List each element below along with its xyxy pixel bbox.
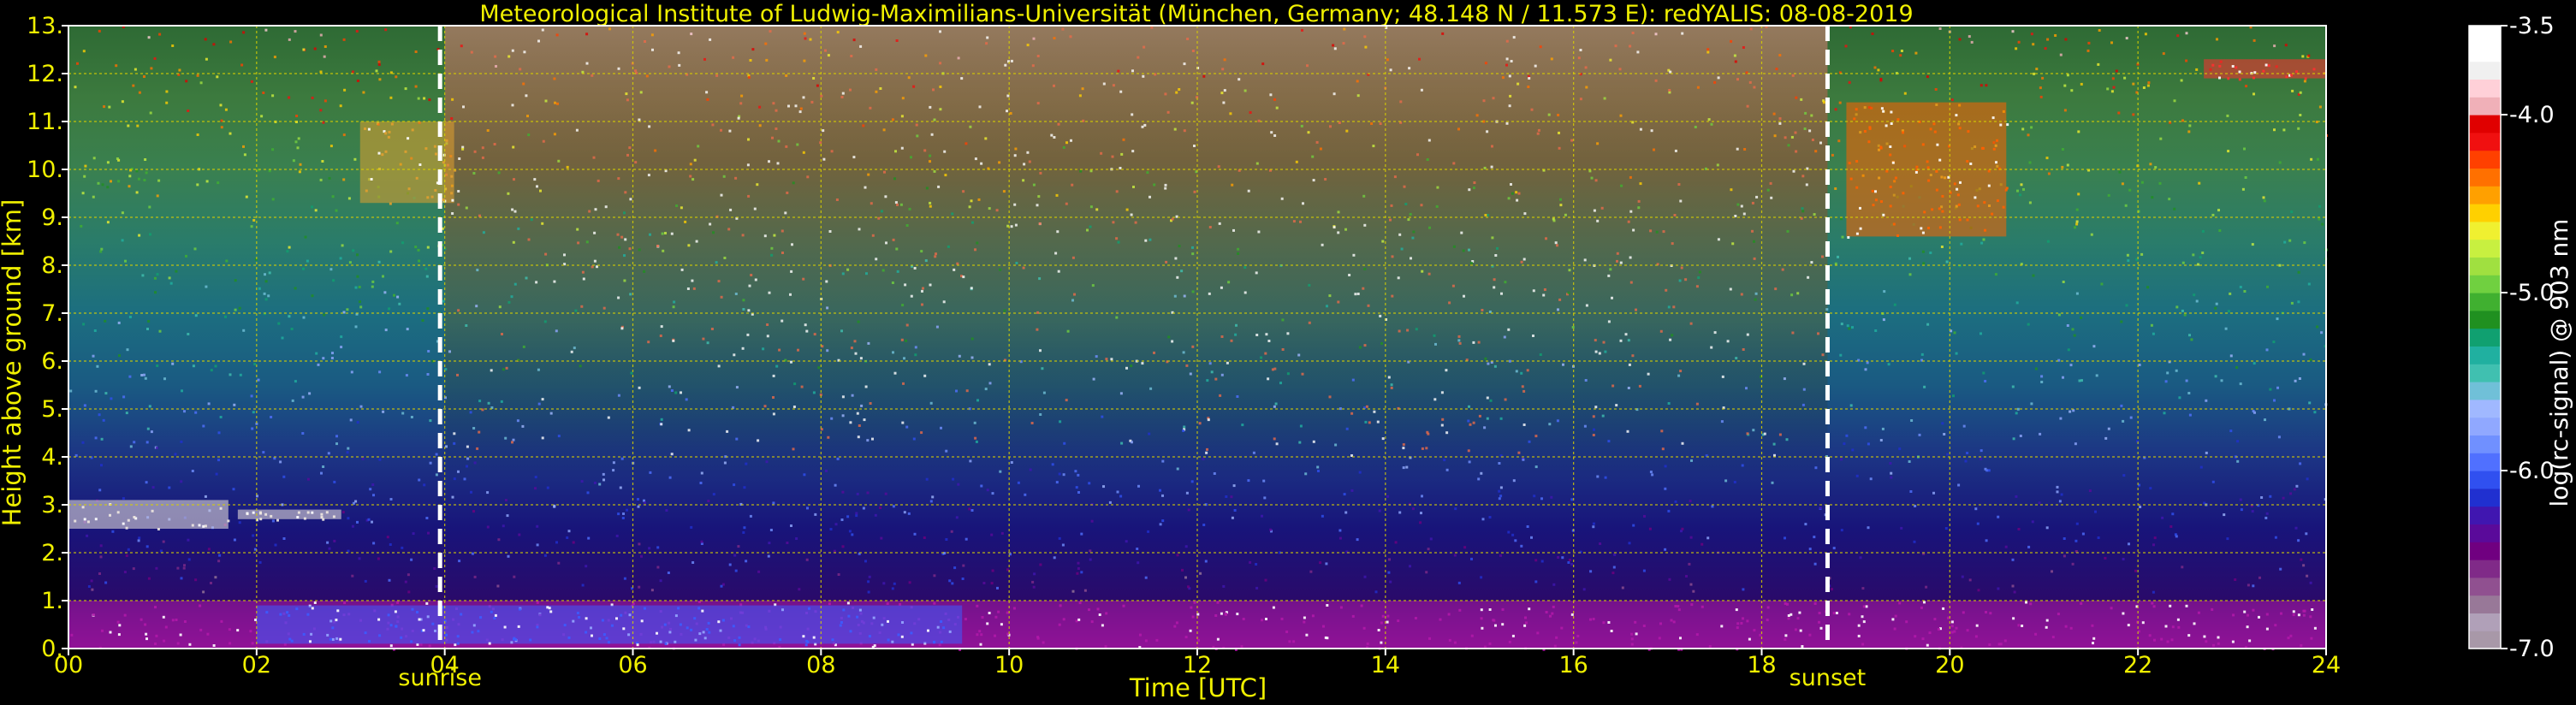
y-tick-label: 3. [41,492,63,518]
colorbar-swatch [2469,115,2501,133]
daytime-noise-band [444,26,1828,481]
y-axis-label: Height above ground [km] [0,199,27,527]
x-tick-label: 14 [1371,652,1400,678]
colorbar-swatch [2469,150,2501,169]
x-tick-label: 20 [1935,652,1964,678]
colorbar-swatch [2469,257,2501,275]
colorbar-swatch [2469,79,2501,98]
colorbar-swatch [2469,43,2501,62]
colorbar-swatch [2469,310,2501,329]
x-tick-label: 22 [2123,652,2152,678]
colorbar-swatch [2469,435,2501,453]
colorbar-swatch [2469,506,2501,524]
sunset-label: sunset [1790,665,1867,691]
colorbar-swatch [2469,595,2501,613]
y-tick-label: 7. [41,300,63,327]
y-tick-label: 9. [41,204,63,231]
colorbar-swatch [2469,168,2501,187]
x-tick-label: 04 [430,652,459,678]
colorbar-swatch [2469,221,2501,240]
y-tick-label: 2. [41,540,63,566]
y-tick-label: 8. [41,252,63,279]
colorbar-swatch [2469,631,2501,649]
colorbar-swatch [2469,97,2501,116]
colorbar-swatch [2469,132,2501,151]
colorbar-label: log(rc-signal) @ 903 nm [2545,219,2573,507]
colorbar-swatch [2469,364,2501,382]
feature-morning-low-cloud [256,605,963,647]
colorbar-swatch [2469,560,2501,578]
colorbar-swatch [2469,26,2501,44]
chart-title: Meteorological Institute of Ludwig-Maxim… [479,1,1913,27]
x-axis-label: Time [UTC] [1129,673,1267,702]
colorbar-swatch [2469,382,2501,400]
colorbar-tick-label: -7.0 [2509,636,2555,662]
colorbar-swatch [2469,204,2501,222]
colorbar-swatch [2469,61,2501,80]
lidar-chart: Meteorological Institute of Ludwig-Maxim… [0,0,2576,705]
y-tick-label: 13. [27,13,63,39]
y-tick-label: 0. [41,636,63,662]
y-tick-label: 4. [41,444,63,471]
feature-night-cloud-layer [68,500,230,530]
y-tick-label: 1. [41,588,63,614]
colorbar-swatch [2469,471,2501,489]
colorbar-swatch [2469,275,2501,293]
y-tick-label: 12. [27,61,63,87]
colorbar-swatch [2469,186,2501,204]
colorbar-swatch [2469,453,2501,471]
plot-area [68,26,2329,651]
colorbar-tick-label: -3.5 [2509,13,2555,39]
feature-high-cirrus [2204,59,2326,81]
colorbar-swatch [2469,399,2501,418]
y-tick-label: 6. [41,348,63,375]
colorbar-swatch [2469,542,2501,560]
x-tick-label: 02 [242,652,271,678]
colorbar-swatch [2469,417,2501,435]
colorbar-swatch [2469,293,2501,311]
x-tick-label: 08 [806,652,835,678]
x-tick-label: 06 [618,652,647,678]
x-tick-label: 18 [1747,652,1776,678]
colorbar-swatch [2469,346,2501,364]
y-tick-label: 11. [27,109,63,135]
y-tick-label: 10. [27,157,63,183]
feature-cirrus-evening [1846,102,2009,239]
colorbar-tick-label: -4.0 [2509,102,2555,128]
colorbar-swatch [2469,328,2501,347]
x-tick-label: 10 [994,652,1024,678]
x-tick-label: 24 [2312,652,2341,678]
y-tick-label: 5. [41,396,63,423]
colorbar-swatch [2469,577,2501,596]
colorbar-swatch [2469,239,2501,258]
colorbar-swatch [2469,524,2501,542]
colorbar-swatch [2469,488,2501,507]
colorbar-swatch [2469,613,2501,631]
x-tick-label: 16 [1558,652,1588,678]
